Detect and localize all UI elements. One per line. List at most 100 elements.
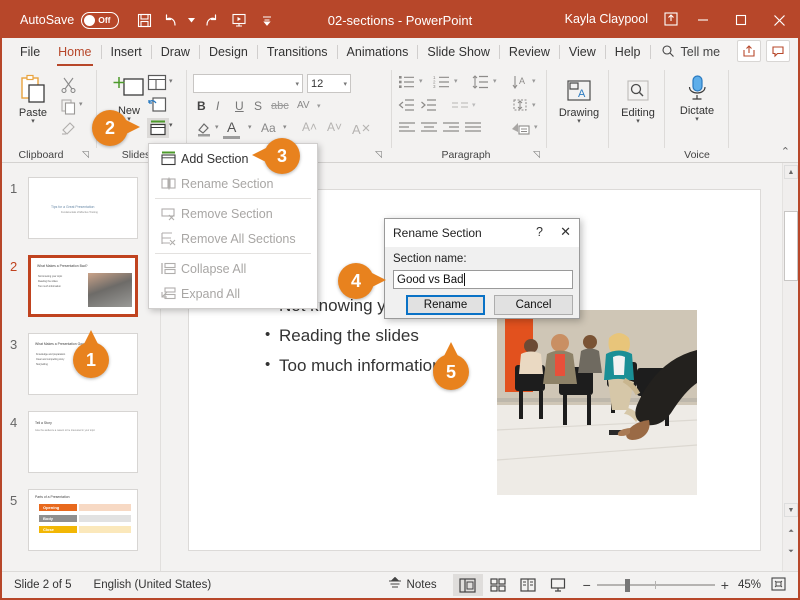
font-dialog-launcher[interactable]: ◹ <box>375 149 382 160</box>
character-spacing-dropdown-icon[interactable]: ▾ <box>317 102 321 110</box>
font-color-button[interactable]: A <box>227 119 236 135</box>
tell-me-box[interactable]: Tell me <box>661 44 720 61</box>
section-button[interactable] <box>147 118 169 138</box>
line-spacing-dropdown-icon[interactable]: ▾ <box>493 77 497 85</box>
collapse-ribbon-icon[interactable]: ⌃ <box>781 145 790 158</box>
decrease-font-size-button[interactable]: A˅ <box>327 120 342 134</box>
drawing-button[interactable]: A Drawing ▾ <box>557 78 601 125</box>
text-shadow-button[interactable]: S <box>254 99 262 113</box>
justify-icon[interactable] <box>464 121 482 135</box>
share-icon[interactable] <box>737 40 761 62</box>
align-text-icon[interactable] <box>511 97 529 113</box>
tab-design[interactable]: Design <box>201 41 256 63</box>
smartart-dropdown-icon[interactable]: ▾ <box>534 123 538 131</box>
change-case-dropdown-icon[interactable]: ▾ <box>283 123 287 131</box>
tab-transitions[interactable]: Transitions <box>259 41 336 63</box>
numbering-dropdown-icon[interactable]: ▾ <box>454 77 458 85</box>
close-icon[interactable] <box>760 2 798 38</box>
zoom-slider[interactable] <box>596 578 715 592</box>
text-direction-icon[interactable]: A <box>511 74 529 90</box>
increase-indent-icon[interactable] <box>420 98 438 112</box>
scroll-down-button[interactable]: ▼ <box>784 503 798 517</box>
strikethrough-button[interactable]: abc <box>271 100 289 112</box>
layout-icon[interactable] <box>147 74 167 91</box>
slide-show-view-button[interactable] <box>543 574 573 596</box>
account-name[interactable]: Kayla Claypool <box>565 12 648 26</box>
thumbnail-image[interactable]: Tips for a Great Presentation Fundamenta… <box>28 177 138 239</box>
reading-view-button[interactable] <box>513 574 543 596</box>
maximize-icon[interactable] <box>722 2 760 38</box>
zoom-knob[interactable] <box>624 579 630 592</box>
scrollbar-thumb[interactable] <box>784 211 798 281</box>
underline-button[interactable]: U <box>235 99 244 113</box>
normal-view-button[interactable] <box>452 574 483 596</box>
convert-to-smartart-icon[interactable] <box>511 120 531 137</box>
character-spacing-button[interactable]: AV <box>297 100 310 111</box>
tab-home[interactable]: Home <box>50 41 99 66</box>
ribbon-display-options-icon[interactable] <box>662 10 680 33</box>
tab-insert[interactable]: Insert <box>103 41 150 63</box>
comments-icon[interactable] <box>766 40 790 62</box>
bullets-icon[interactable] <box>398 74 416 90</box>
copy-dropdown-icon[interactable]: ▾ <box>79 100 83 108</box>
align-right-icon[interactable] <box>442 121 460 135</box>
next-slide-button[interactable]: ⏷ <box>784 545 798 559</box>
autosave-toggle[interactable]: AutoSave Off <box>20 11 120 29</box>
text-direction-dropdown-icon[interactable]: ▾ <box>532 77 536 85</box>
rename-section-dialog[interactable]: Rename Section ? ✕ Section name: Good vs… <box>384 218 580 319</box>
font-size-input[interactable]: 12 ▾ <box>307 74 351 93</box>
editing-button[interactable]: Editing ▾ <box>617 78 659 125</box>
paragraph-dialog-launcher[interactable]: ◹ <box>533 149 540 160</box>
scroll-up-button[interactable]: ▲ <box>784 165 798 179</box>
minimize-icon[interactable] <box>684 2 722 38</box>
tab-review[interactable]: Review <box>501 41 558 63</box>
thumbnail-image[interactable]: Parts of a Presentation Opening Body Clo… <box>28 489 138 551</box>
undo-icon[interactable] <box>159 7 185 33</box>
change-case-button[interactable]: Aa <box>261 121 276 135</box>
font-name-dropdown-icon[interactable]: ▾ <box>295 80 299 88</box>
thumbnail-image[interactable]: Tell a Story Give the audience a reason … <box>28 411 138 473</box>
tab-animations[interactable]: Animations <box>339 41 417 63</box>
cut-icon[interactable] <box>60 76 77 93</box>
notes-button[interactable]: Notes <box>388 576 437 593</box>
bold-button[interactable]: B <box>197 99 206 113</box>
zoom-level[interactable]: 45% <box>738 579 761 591</box>
zoom-out-button[interactable]: − <box>583 577 591 593</box>
font-size-dropdown-icon[interactable]: ▾ <box>343 80 347 88</box>
fit-to-window-icon[interactable] <box>771 576 786 594</box>
tab-file[interactable]: File <box>12 41 48 63</box>
slide-photo[interactable] <box>497 310 697 495</box>
thumbnail-slide-4[interactable]: 4 Tell a Story Give the audience a reaso… <box>2 407 160 485</box>
dictate-button[interactable]: Dictate ▾ <box>675 74 719 123</box>
text-highlight-icon[interactable] <box>195 120 213 138</box>
dialog-help-button[interactable]: ? <box>536 225 543 239</box>
section-dropdown-icon[interactable]: ▾ <box>169 121 173 129</box>
format-painter-icon[interactable] <box>60 120 77 137</box>
editing-dropdown-icon[interactable]: ▾ <box>636 118 640 125</box>
drawing-dropdown-icon[interactable]: ▾ <box>577 118 581 125</box>
undo-dropdown-icon[interactable] <box>187 7 196 33</box>
tab-draw[interactable]: Draw <box>153 41 198 63</box>
align-text-dropdown-icon[interactable]: ▾ <box>532 101 536 109</box>
thumbnail-image[interactable]: What Makes a Presentation Bad? Not knowi… <box>28 255 138 317</box>
paste-button[interactable]: Paste ▾ <box>10 74 56 125</box>
autosave-switch[interactable]: Off <box>81 11 120 29</box>
slide-sorter-view-button[interactable] <box>483 574 513 596</box>
numbering-icon[interactable]: 123 <box>433 74 451 90</box>
layout-dropdown-icon[interactable]: ▾ <box>169 77 173 85</box>
dictate-dropdown-icon[interactable]: ▾ <box>695 116 699 123</box>
bullets-dropdown-icon[interactable]: ▾ <box>419 77 423 85</box>
increase-font-size-button[interactable]: A˄ <box>302 120 317 134</box>
redo-icon[interactable] <box>198 7 224 33</box>
line-spacing-icon[interactable] <box>472 74 490 90</box>
slide-counter[interactable]: Slide 2 of 5 <box>14 579 72 591</box>
rename-button[interactable]: Rename <box>406 295 485 315</box>
thumbnail-slide-2[interactable]: 2 What Makes a Presentation Bad? Not kno… <box>2 251 160 329</box>
vertical-scrollbar[interactable]: ▲ ▼ ⏶ ⏷ <box>782 163 798 571</box>
tab-view[interactable]: View <box>561 41 604 63</box>
clipboard-dialog-launcher[interactable]: ◹ <box>82 149 89 160</box>
start-presentation-icon[interactable] <box>226 7 252 33</box>
dialog-close-button[interactable]: ✕ <box>560 224 571 240</box>
save-icon[interactable] <box>131 7 157 33</box>
thumbnail-slide-1[interactable]: 1 Tips for a Great Presentation Fundamen… <box>2 173 160 251</box>
